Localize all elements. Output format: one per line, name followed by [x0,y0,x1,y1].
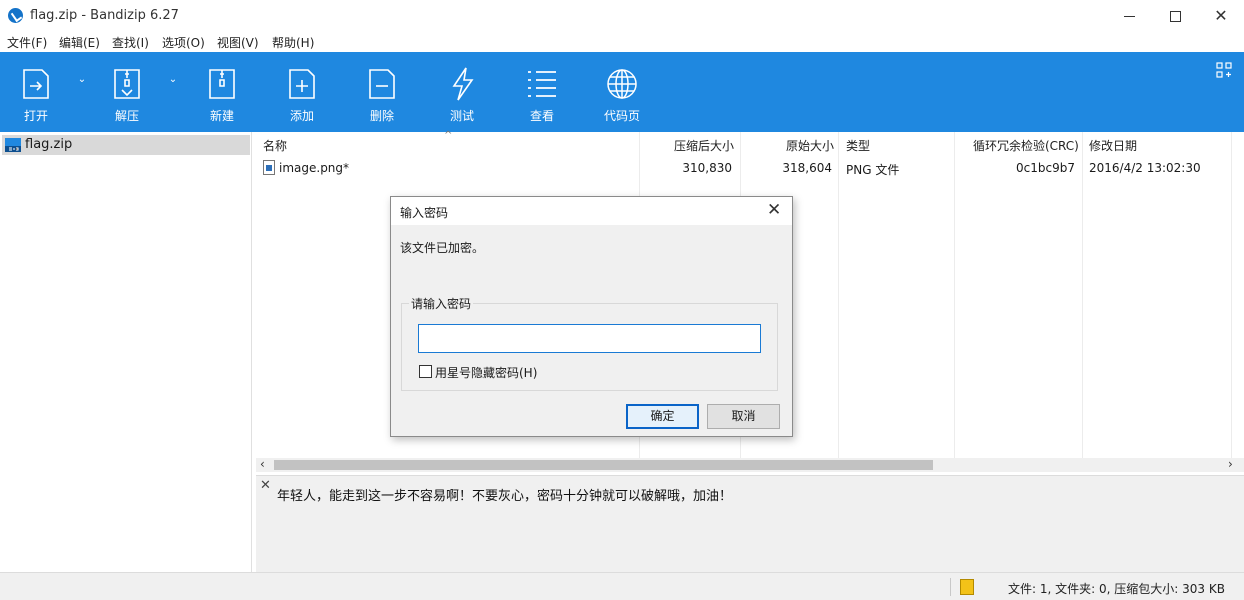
password-group-label: 请输入密码 [409,295,474,312]
compressed-size-cell: 310,830 [682,161,732,175]
hide-password-checkbox[interactable] [419,365,432,378]
codepage-label: 代码页 [603,109,640,123]
hide-password-label[interactable]: 用星号隐藏密码(H) [435,364,537,381]
lightning-icon [452,67,474,101]
dialog-close-icon[interactable]: ✕ [767,200,781,220]
png-file-icon [263,160,275,175]
cancel-button[interactable]: 取消 [707,404,780,429]
column-header-name[interactable]: 名称 [263,137,287,154]
zip-archive-icon [5,138,21,152]
test-button[interactable]: 测试 [432,52,492,132]
file-type-cell: PNG 文件 [846,163,900,177]
column-divider[interactable] [954,132,955,458]
maximize-icon [1169,10,1181,22]
window-title: flag.zip - Bandizip 6.27 [30,8,179,23]
scrollbar-thumb[interactable] [274,460,933,470]
extract-dropdown-chevron-icon[interactable]: ⌄ [166,74,180,94]
delete-button[interactable]: 删除 [352,52,412,132]
archive-info-icon [960,579,974,595]
menu-bar: 文件(F) 编辑(E) 查找(I) 选项(O) 视图(V) 帮助(H) [0,32,1244,52]
open-dropdown-chevron-icon[interactable]: ⌄ [75,74,89,94]
column-header-crc[interactable]: 循环冗余检验(CRC) [973,137,1079,154]
list-view-icon [528,71,556,97]
folder-tree: flag.zip [0,132,252,572]
codepage-button[interactable]: 代码页 [592,52,652,132]
globe-icon [607,69,637,99]
scroll-left-arrow-icon[interactable]: ‹ [260,457,265,471]
new-archive-icon [209,69,235,99]
extract-label: 解压 [114,109,139,123]
test-label: 测试 [449,109,474,123]
new-archive-label: 新建 [209,109,234,123]
view-button[interactable]: 查看 [512,52,572,132]
encrypted-message: 该文件已加密。 [400,241,485,255]
horizontal-scrollbar[interactable]: ‹ › [256,457,1244,472]
original-size-cell: 318,604 [782,161,832,175]
menu-options[interactable]: 选项(O) [162,34,205,51]
toolbar: 打开 ⌄ 解压 ⌄ 新建 添加 删除 测试 查看 代码页 [0,52,1244,132]
open-button[interactable]: 打开 [6,52,66,132]
ok-button[interactable]: 确定 [626,404,699,429]
open-icon [23,69,49,99]
archive-comment-text: 年轻人，能走到这一步不容易啊！不要灰心，密码十分钟就可以破解哦，加油！ [277,489,733,504]
close-icon: ✕ [1214,6,1228,25]
close-comment-icon[interactable]: ✕ [260,478,271,493]
layout-toggle-icon[interactable] [1216,62,1232,78]
column-header-original[interactable]: 原始大小 [786,137,834,154]
column-divider[interactable] [838,132,839,458]
column-divider[interactable] [1231,132,1232,458]
minimize-button[interactable] [1106,0,1152,32]
dialog-title-bar: 输入密码 ✕ [391,197,792,225]
menu-view[interactable]: 视图(V) [217,34,259,51]
delete-file-icon [369,69,395,99]
password-dialog: 输入密码 ✕ 该文件已加密。 请输入密码 用星号隐藏密码(H) 确定 取消 [390,196,793,437]
file-name-cell[interactable]: image.png* [279,161,349,175]
menu-edit[interactable]: 编辑(E) [59,34,100,51]
open-label: 打开 [23,109,48,123]
extract-zip-icon [114,69,140,99]
add-label: 添加 [289,109,314,123]
menu-find[interactable]: 查找(I) [112,34,149,51]
tree-item-label: flag.zip [25,137,73,152]
sort-asc-icon: ^ [444,130,453,141]
password-input[interactable] [418,324,761,353]
menu-help[interactable]: 帮助(H) [272,34,314,51]
add-file-icon [289,69,315,99]
column-divider[interactable] [1082,132,1083,458]
tree-item-archive[interactable]: flag.zip [2,135,250,155]
modified-date-cell: 2016/4/2 13:02:30 [1089,161,1201,175]
status-text: 文件: 1, 文件夹: 0, 压缩包大小: 303 KB [1008,582,1225,596]
bandizip-logo-icon [8,8,23,23]
minimize-icon [1123,15,1135,17]
column-header-modified[interactable]: 修改日期 [1089,137,1137,154]
view-label: 查看 [529,109,554,123]
close-window-button[interactable]: ✕ [1198,0,1244,32]
column-header-type[interactable]: 类型 [846,137,870,154]
maximize-button[interactable] [1152,0,1198,32]
crc-cell: 0c1bc9b7 [1016,161,1075,175]
scroll-right-arrow-icon[interactable]: › [1228,457,1233,471]
archive-comment-panel: ✕ 年轻人，能走到这一步不容易啊！不要灰心，密码十分钟就可以破解哦，加油！ [256,475,1244,572]
status-bar: 文件: 1, 文件夹: 0, 压缩包大小: 303 KB [0,572,1244,600]
delete-label: 删除 [369,109,394,123]
extract-button[interactable]: 解压 [97,52,157,132]
title-bar: flag.zip - Bandizip 6.27 ✕ [0,0,1244,32]
dialog-title: 输入密码 [400,206,449,220]
add-button[interactable]: 添加 [272,52,332,132]
new-archive-button[interactable]: 新建 [192,52,252,132]
menu-file[interactable]: 文件(F) [7,34,47,51]
status-divider [950,578,951,596]
column-header-compressed[interactable]: 压缩后大小 [674,137,734,154]
